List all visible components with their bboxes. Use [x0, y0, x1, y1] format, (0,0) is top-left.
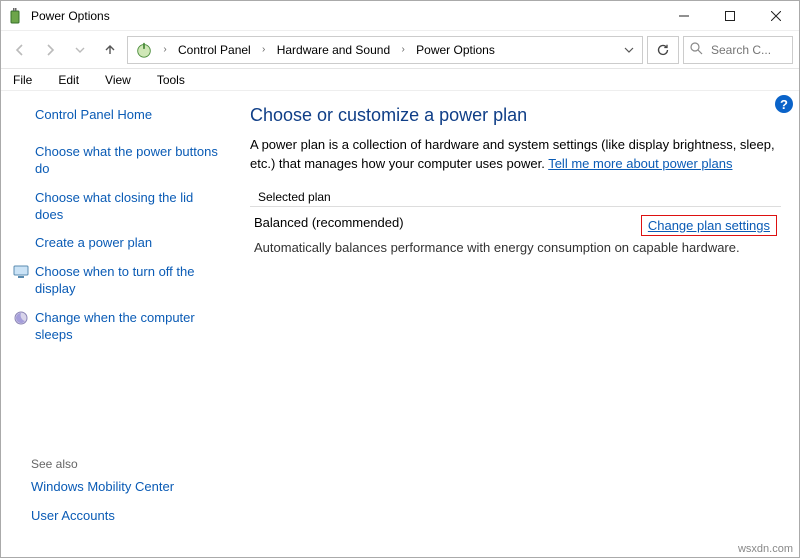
plan-description: Automatically balances performance with … — [250, 236, 781, 255]
sidebar-control-panel-home[interactable]: Control Panel Home — [11, 101, 226, 130]
plan-name: Balanced (recommended) — [254, 215, 404, 230]
see-also-mobility-center[interactable]: Windows Mobility Center — [11, 473, 226, 502]
toolbar: › Control Panel › Hardware and Sound › P… — [1, 31, 799, 69]
sidebar-item-label: Choose when to turn off the display — [35, 264, 220, 298]
sidebar-item-label: Change when the computer sleeps — [35, 310, 220, 344]
sidebar: Control Panel Home Choose what the power… — [1, 91, 226, 541]
intro-text: A power plan is a collection of hardware… — [250, 136, 781, 174]
back-button[interactable] — [7, 37, 33, 63]
search-input[interactable] — [709, 42, 779, 58]
see-also-label: Windows Mobility Center — [31, 479, 174, 496]
search-icon — [690, 42, 703, 58]
sidebar-item-label: Create a power plan — [35, 235, 152, 252]
watermark: wsxdn.com — [738, 543, 793, 555]
see-also-user-accounts[interactable]: User Accounts — [11, 502, 226, 531]
sidebar-item-label: Choose what closing the lid does — [35, 190, 220, 224]
menubar: File Edit View Tools — [1, 69, 799, 91]
menu-tools[interactable]: Tools — [153, 71, 189, 89]
plan-row: Balanced (recommended) Change plan setti… — [250, 215, 781, 236]
minimize-button[interactable] — [661, 1, 707, 31]
menu-view[interactable]: View — [101, 71, 135, 89]
sidebar-item-power-buttons[interactable]: Choose what the power buttons do — [11, 138, 226, 184]
chevron-right-icon[interactable]: › — [158, 44, 172, 55]
titlebar: Power Options — [1, 1, 799, 31]
change-plan-settings-link[interactable]: Change plan settings — [641, 215, 777, 236]
recent-locations-button[interactable] — [67, 37, 93, 63]
menu-edit[interactable]: Edit — [54, 71, 83, 89]
sidebar-item-closing-lid[interactable]: Choose what closing the lid does — [11, 184, 226, 230]
chevron-right-icon[interactable]: › — [257, 44, 271, 55]
sidebar-item-label: Control Panel Home — [35, 107, 152, 124]
see-also-heading: See also — [11, 453, 226, 473]
main-pane: ? Choose or customize a power plan A pow… — [226, 91, 799, 541]
help-icon[interactable]: ? — [775, 95, 793, 113]
app-icon — [9, 8, 25, 24]
monitor-icon — [13, 264, 29, 280]
search-box[interactable] — [683, 36, 793, 64]
address-dropdown[interactable] — [618, 37, 640, 63]
window-title: Power Options — [31, 9, 661, 23]
address-bar[interactable]: › Control Panel › Hardware and Sound › P… — [127, 36, 643, 64]
breadcrumb-hardware-sound[interactable]: Hardware and Sound — [271, 39, 396, 61]
up-button[interactable] — [97, 37, 123, 63]
content: Control Panel Home Choose what the power… — [1, 91, 799, 541]
breadcrumb-control-panel[interactable]: Control Panel — [172, 39, 257, 61]
sidebar-item-create-plan[interactable]: Create a power plan — [11, 229, 226, 258]
intro-link[interactable]: Tell me more about power plans — [548, 156, 732, 171]
menu-file[interactable]: File — [9, 71, 36, 89]
close-button[interactable] — [753, 1, 799, 31]
sidebar-item-label: Choose what the power buttons do — [35, 144, 220, 178]
see-also-label: User Accounts — [31, 508, 115, 525]
maximize-button[interactable] — [707, 1, 753, 31]
forward-button[interactable] — [37, 37, 63, 63]
sidebar-item-turn-off-display[interactable]: Choose when to turn off the display — [11, 258, 226, 304]
breadcrumb-power-options[interactable]: Power Options — [410, 39, 501, 61]
power-options-icon — [134, 40, 154, 60]
chevron-right-icon[interactable]: › — [396, 44, 410, 55]
refresh-button[interactable] — [647, 36, 679, 64]
selected-plan-label: Selected plan — [250, 186, 781, 207]
page-heading: Choose or customize a power plan — [250, 105, 781, 126]
sidebar-item-computer-sleeps[interactable]: Change when the computer sleeps — [11, 304, 226, 350]
moon-icon — [13, 310, 29, 326]
